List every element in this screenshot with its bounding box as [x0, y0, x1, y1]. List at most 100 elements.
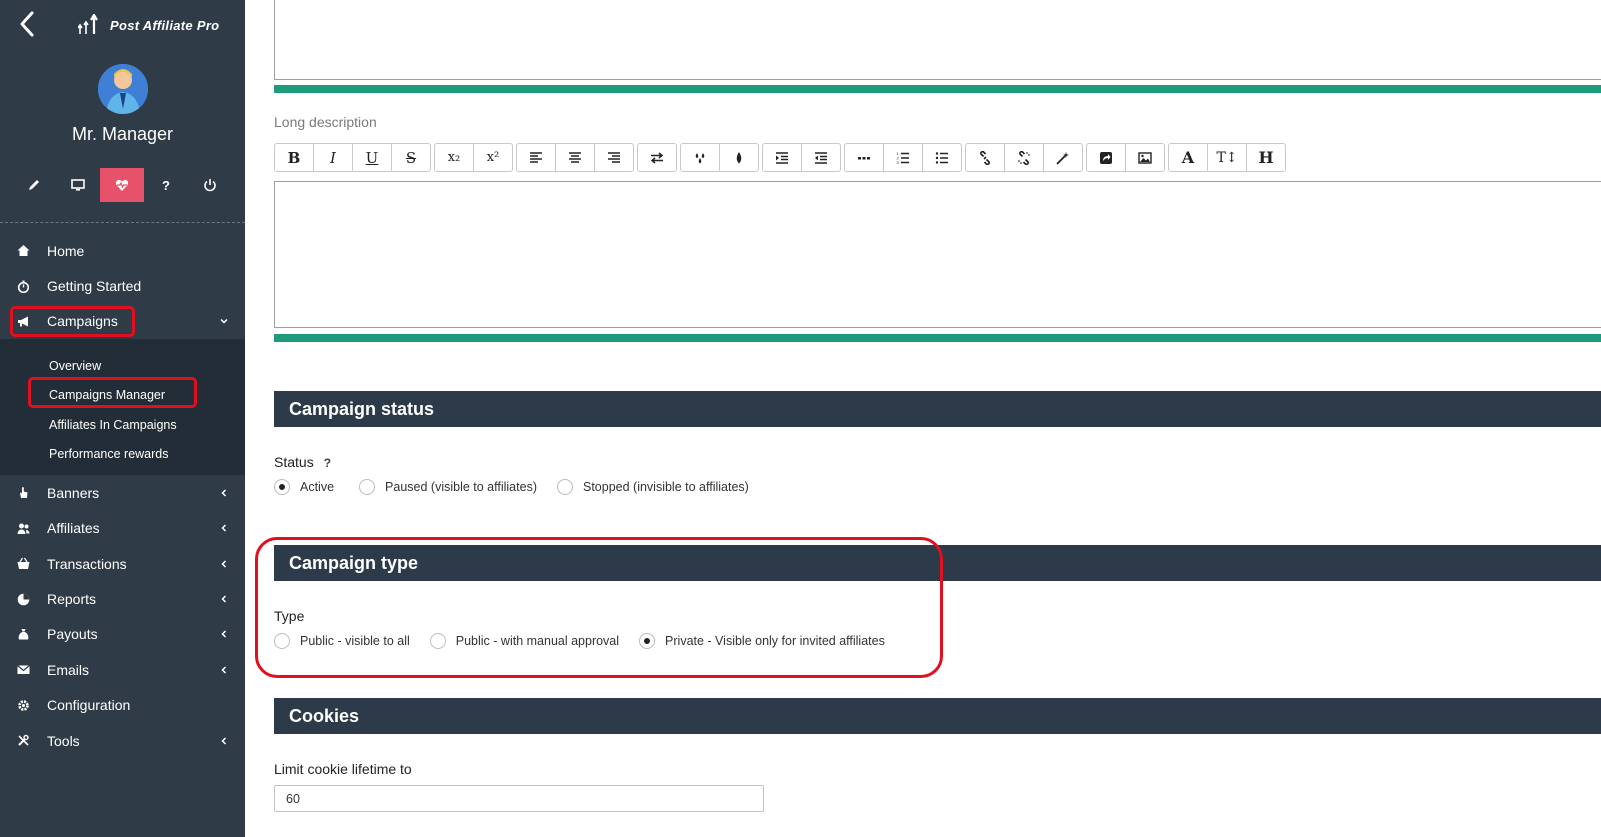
embed-button[interactable]: [1086, 143, 1126, 172]
nav-item-configuration[interactable]: Configuration: [0, 688, 245, 723]
nav-item-tools[interactable]: Tools: [0, 723, 245, 758]
status-option-paused[interactable]: Paused (visible to affiliates): [359, 479, 537, 495]
status-option-stopped[interactable]: Stopped (invisible to affiliates): [556, 479, 749, 495]
svg-text:?: ?: [162, 178, 170, 192]
sidebar-item-affiliates-in-campaigns[interactable]: Affiliates In Campaigns: [0, 410, 245, 440]
radio-label: Public - with manual approval: [455, 634, 620, 648]
help-button[interactable]: ?: [144, 168, 188, 202]
question-icon[interactable]: ?: [324, 456, 331, 470]
long-description-editor[interactable]: [274, 181, 1601, 328]
align-left-button[interactable]: [516, 143, 556, 172]
nav-item-affiliates[interactable]: Affiliates: [0, 511, 245, 546]
sidebar-item-overview[interactable]: Overview: [0, 351, 245, 381]
unordered-list-button[interactable]: [922, 143, 962, 172]
cookie-lifetime-input[interactable]: [274, 785, 764, 812]
text-color-button[interactable]: [719, 143, 759, 172]
indent-button[interactable]: [762, 143, 802, 172]
megaphone-icon: [16, 314, 30, 328]
nav-label: Getting Started: [47, 278, 142, 295]
underline-button[interactable]: U: [352, 143, 392, 172]
sidebar: Post Affiliate Pro Mr. Manager ? Home Ge…: [0, 0, 245, 837]
radio-label: Paused (visible to affiliates): [385, 480, 537, 494]
chevron-left-icon: [219, 523, 229, 533]
italic-button[interactable]: I: [313, 143, 353, 172]
heading-button[interactable]: H: [1246, 143, 1286, 172]
chevron-left-icon: [219, 629, 229, 639]
radio-button[interactable]: [274, 479, 290, 495]
edit-button[interactable]: [12, 168, 56, 202]
unlink-button[interactable]: [1004, 143, 1044, 172]
sidebar-divider: [0, 222, 245, 223]
nav-item-getting-started[interactable]: Getting Started: [0, 268, 245, 303]
bold-button[interactable]: B: [274, 143, 314, 172]
horizontal-rule-button[interactable]: [844, 143, 884, 172]
app-logo[interactable]: Post Affiliate Pro: [78, 14, 219, 36]
radio-label: Public - visible to all: [300, 634, 410, 648]
section-header-campaign-status: Campaign status: [274, 391, 1601, 427]
indent-icon: [776, 151, 788, 164]
long-description-label: Long description: [274, 114, 377, 130]
clean-format-button[interactable]: [1043, 143, 1083, 172]
user-name: Mr. Manager: [71, 124, 174, 144]
bg-color-button[interactable]: [680, 143, 720, 172]
chevron-left-icon: [219, 594, 229, 604]
align-left-icon: [530, 151, 542, 163]
sidebar-item-campaigns-manager[interactable]: Campaigns Manager: [0, 381, 245, 411]
avatar[interactable]: [98, 64, 148, 114]
link-button[interactable]: [965, 143, 1005, 172]
short-description-editor[interactable]: [274, 0, 1601, 80]
drops-icon: [695, 152, 705, 163]
sidebar-header: Post Affiliate Pro: [0, 0, 245, 50]
nav-item-emails[interactable]: Emails: [0, 652, 245, 687]
pencil-icon: [29, 180, 39, 190]
nav-label: Payouts: [47, 626, 98, 643]
main-nav: Home Getting Started Campaigns Overview …: [0, 233, 245, 758]
hand-pointer-icon: [16, 486, 30, 500]
nav-item-payouts[interactable]: Payouts: [0, 617, 245, 652]
subscript-button[interactable]: x₂: [434, 143, 474, 172]
tools-icon: [16, 734, 30, 748]
radio-button[interactable]: [359, 479, 376, 495]
radio-button[interactable]: [639, 633, 656, 649]
nav-item-home[interactable]: Home: [0, 233, 245, 268]
drop-icon: [736, 151, 742, 163]
radio-button[interactable]: [429, 633, 446, 649]
health-button[interactable]: [100, 168, 144, 202]
nav-item-campaigns[interactable]: Campaigns: [0, 304, 245, 339]
sidebar-item-performance-rewards[interactable]: Performance rewards: [0, 440, 245, 470]
strikethrough-button[interactable]: S: [391, 143, 431, 172]
logout-button[interactable]: [188, 168, 232, 202]
font-button[interactable]: A: [1168, 143, 1208, 172]
nav-label: Affiliates: [47, 520, 100, 537]
type-label: Type: [274, 608, 305, 624]
font-size-button[interactable]: T↕: [1207, 143, 1247, 172]
align-right-button[interactable]: [594, 143, 634, 172]
type-option-private[interactable]: Private - Visible only for invited affil…: [639, 633, 885, 649]
ordered-list-button[interactable]: 123: [883, 143, 923, 172]
nav-item-banners[interactable]: Banners: [0, 475, 245, 510]
nav-label: Tools: [47, 732, 80, 749]
image-icon: [1138, 151, 1152, 164]
outdent-button[interactable]: [801, 143, 841, 172]
type-radio-group: Public - visible to all Public - with ma…: [274, 632, 905, 650]
nav-item-reports[interactable]: Reports: [0, 581, 245, 616]
type-option-public[interactable]: Public - visible to all: [274, 633, 410, 649]
back-icon[interactable]: [16, 10, 40, 38]
nav-label: Transactions: [47, 555, 127, 572]
superscript-button[interactable]: x²: [473, 143, 513, 172]
monitor-button[interactable]: [56, 168, 100, 202]
radio-button[interactable]: [556, 479, 573, 495]
logo-arrows-icon: [78, 14, 98, 34]
nav-item-transactions[interactable]: Transactions: [0, 546, 245, 581]
heartbeat-icon: [115, 179, 129, 191]
basket-icon: [16, 557, 30, 571]
nav-label: Campaigns: [47, 313, 118, 330]
status-option-active[interactable]: Active: [274, 479, 334, 495]
chevron-left-icon: [219, 488, 229, 498]
text-direction-button[interactable]: [637, 143, 677, 172]
radio-button[interactable]: [274, 633, 290, 649]
align-center-button[interactable]: [555, 143, 595, 172]
section-header-cookies: Cookies: [274, 698, 1601, 734]
image-button[interactable]: [1125, 143, 1165, 172]
type-option-public-approval[interactable]: Public - with manual approval: [429, 633, 620, 649]
